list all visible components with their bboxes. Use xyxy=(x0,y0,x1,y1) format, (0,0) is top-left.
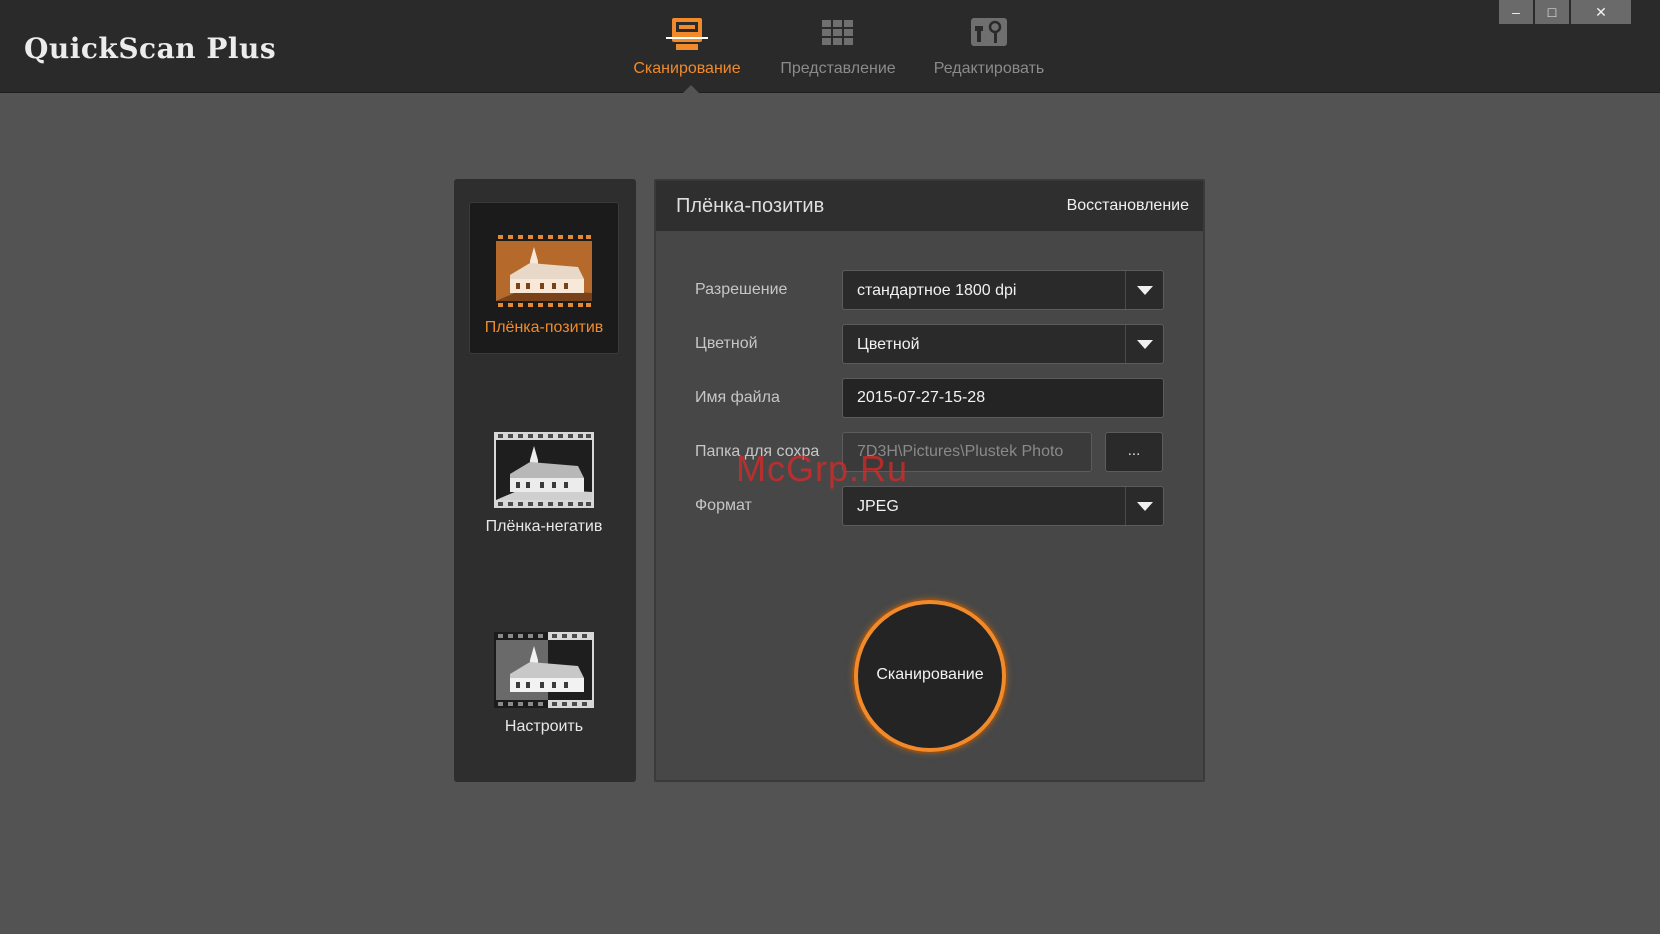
resolution-label: Разрешение xyxy=(695,281,788,298)
tab-scan[interactable]: Сканирование xyxy=(612,16,762,86)
tab-view[interactable]: Представление xyxy=(763,16,913,86)
folder-label: Папка для сохра xyxy=(695,443,820,460)
tab-scan-label: Сканирование xyxy=(633,60,741,77)
color-mode-label: Цветной xyxy=(695,335,758,352)
color-mode-dropdown[interactable]: Цветной xyxy=(842,324,1164,364)
format-dropdown[interactable]: JPEG xyxy=(842,486,1164,526)
folder-path-field[interactable]: 7D3H\Pictures\Plustek Photo xyxy=(842,432,1092,472)
format-dropdown-arrow[interactable] xyxy=(1125,487,1163,525)
film-negative-icon xyxy=(494,432,594,508)
filename-input[interactable] xyxy=(842,378,1164,418)
mode-custom-label: Настроить xyxy=(504,718,584,735)
filename-label: Имя файла xyxy=(695,389,780,406)
scan-button-label: Сканирование xyxy=(876,666,984,683)
scan-mode-panel: Плёнка-позитив Плёнка-негатив Настроить xyxy=(454,179,636,782)
format-value: JPEG xyxy=(857,498,899,515)
edit-tools-icon xyxy=(971,18,1007,46)
film-positive-icon xyxy=(494,233,594,309)
grid-view-icon xyxy=(822,20,853,45)
chevron-down-icon xyxy=(1137,286,1153,295)
settings-header: Плёнка-позитив Восстановление xyxy=(656,181,1203,231)
tab-edit-label: Редактировать xyxy=(933,60,1045,77)
tab-view-label: Представление xyxy=(780,60,896,77)
film-custom-icon xyxy=(494,632,594,708)
tab-edit[interactable]: Редактировать xyxy=(914,16,1064,86)
settings-title: Плёнка-позитив xyxy=(676,195,825,217)
chevron-down-icon xyxy=(1137,502,1153,511)
mode-film-negative[interactable]: Плёнка-негатив xyxy=(469,402,619,554)
title-bar: QuickScan Plus Сканирование Представлени… xyxy=(0,0,1660,93)
browse-folder-button[interactable]: ... xyxy=(1105,432,1163,472)
color-mode-dropdown-arrow[interactable] xyxy=(1125,325,1163,363)
app-title: QuickScan Plus xyxy=(24,32,277,65)
mode-custom[interactable]: Настроить xyxy=(469,602,619,754)
resolution-dropdown[interactable]: стандартное 1800 dpi xyxy=(842,270,1164,310)
close-button[interactable]: ✕ xyxy=(1571,0,1631,24)
scan-button[interactable]: Сканирование xyxy=(854,600,1006,752)
active-tab-pointer xyxy=(683,85,699,93)
settings-panel: Плёнка-позитив Восстановление Разрешение… xyxy=(654,179,1205,782)
restore-defaults-button[interactable]: Восстановление xyxy=(1067,197,1189,215)
mode-film-positive[interactable]: Плёнка-позитив xyxy=(469,202,619,354)
minimize-button[interactable]: – xyxy=(1499,0,1533,24)
scanner-icon xyxy=(666,18,708,50)
chevron-down-icon xyxy=(1137,340,1153,349)
color-mode-value: Цветной xyxy=(857,336,920,353)
maximize-button[interactable]: □ xyxy=(1535,0,1569,24)
resolution-dropdown-arrow[interactable] xyxy=(1125,271,1163,309)
mode-film-negative-label: Плёнка-негатив xyxy=(485,518,603,535)
mode-film-positive-label: Плёнка-позитив xyxy=(484,319,604,336)
format-label: Формат xyxy=(695,497,752,514)
resolution-value: стандартное 1800 dpi xyxy=(857,282,1017,299)
